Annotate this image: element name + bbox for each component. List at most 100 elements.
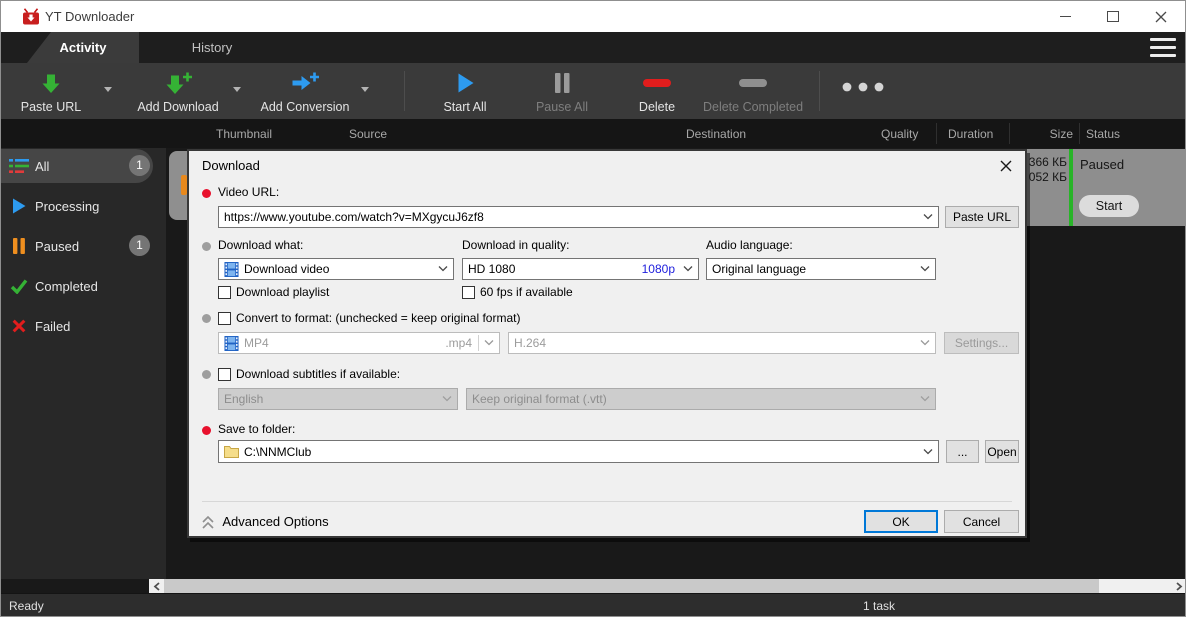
pause-all-button[interactable]: Pause All: [517, 70, 607, 114]
start-all-button[interactable]: Start All: [425, 70, 505, 114]
close-button[interactable]: [1137, 1, 1185, 32]
dialog-close-button[interactable]: [995, 157, 1017, 175]
sidebar: All 1 Processing Paused 1 Compl: [1, 148, 166, 579]
chevron-down-icon: [683, 266, 693, 272]
sidebar-item-processing[interactable]: Processing: [1, 189, 153, 223]
column-thumbnail[interactable]: Thumbnail: [216, 127, 272, 141]
scroll-right-button[interactable]: [1172, 579, 1186, 593]
convert-checkbox[interactable]: Convert to format: (unchecked = keep ori…: [218, 311, 520, 325]
convert-codec-value: H.264: [514, 336, 920, 350]
quality-value: HD 1080: [468, 262, 642, 276]
chevron-down-icon[interactable]: [923, 214, 933, 220]
pause-icon: [9, 236, 29, 256]
chevron-down-icon: [442, 396, 452, 402]
add-download-button[interactable]: Add Download: [128, 70, 228, 114]
column-destination[interactable]: Destination: [686, 127, 746, 141]
list-icon: [9, 156, 29, 176]
download-what-select[interactable]: Download video: [218, 258, 454, 280]
scrollbar-thumb[interactable]: [164, 579, 1099, 593]
chevron-right-icon: [1176, 582, 1183, 591]
minimize-button[interactable]: [1041, 1, 1089, 32]
column-size[interactable]: Size: [1033, 127, 1073, 141]
dialog-title: Download: [202, 158, 260, 173]
delete-completed-button[interactable]: Delete Completed: [701, 70, 805, 114]
video-url-input[interactable]: https://www.youtube.com/watch?v=MXgycuJ6…: [218, 206, 939, 228]
add-conversion-dropdown-icon[interactable]: [361, 87, 369, 92]
more-icon: [840, 70, 886, 104]
convert-label: Convert to format: (unchecked = keep ori…: [236, 311, 520, 325]
convert-codec-select[interactable]: H.264: [508, 332, 936, 354]
start-all-icon: [455, 70, 475, 96]
statusbar: Ready 1 task: [1, 593, 1185, 617]
sidebar-item-failed[interactable]: Failed: [1, 309, 153, 343]
sidebar-item-all[interactable]: All 1: [1, 149, 153, 183]
window-controls: [1041, 1, 1185, 32]
scroll-left-button[interactable]: [149, 579, 164, 593]
sidebar-item-label: Failed: [35, 319, 70, 334]
titlebar: YT Downloader: [1, 1, 1185, 32]
advanced-options-toggle[interactable]: Advanced Options: [202, 514, 329, 529]
play-icon: [9, 196, 29, 216]
column-source[interactable]: Source: [349, 127, 387, 141]
delete-button[interactable]: Delete: [621, 70, 693, 114]
maximize-button[interactable]: [1089, 1, 1137, 32]
cancel-button[interactable]: Cancel: [944, 510, 1019, 533]
tab-activity[interactable]: Activity: [27, 32, 139, 63]
add-download-dropdown-icon[interactable]: [233, 87, 241, 92]
paste-url-dropdown-icon[interactable]: [104, 87, 112, 92]
film-icon: [224, 262, 239, 277]
audio-language-select[interactable]: Original language: [706, 258, 936, 280]
paste-url-icon: [40, 70, 62, 96]
paste-url-button[interactable]: Paste URL: [11, 70, 91, 114]
subtitles-checkbox[interactable]: Download subtitles if available:: [218, 367, 400, 381]
more-button[interactable]: [835, 70, 891, 114]
start-task-button[interactable]: Start: [1079, 195, 1139, 217]
menu-button[interactable]: [1150, 38, 1176, 57]
checkbox-icon[interactable]: [462, 286, 475, 299]
toolbar-separator: [404, 71, 405, 111]
download-playlist-checkbox[interactable]: Download playlist: [218, 285, 329, 299]
ok-button[interactable]: OK: [864, 510, 938, 533]
column-status[interactable]: Status: [1086, 127, 1120, 141]
audio-language-value: Original language: [712, 262, 920, 276]
save-folder-value: C:\NNMClub: [244, 445, 923, 459]
checkbox-icon[interactable]: [218, 286, 231, 299]
minimize-icon: [1060, 16, 1071, 17]
checkbox-icon[interactable]: [218, 312, 231, 325]
chevron-down-icon: [920, 396, 930, 402]
quality-select[interactable]: HD 1080 1080p: [462, 258, 699, 280]
section-dot-icon: [202, 370, 211, 379]
double-chevron-up-icon: [202, 516, 214, 529]
subtitles-language-select[interactable]: English: [218, 388, 458, 410]
task-size: 366 КБ 052 КБ: [1027, 155, 1067, 185]
main-area: All 1 Processing Paused 1 Compl: [1, 148, 1185, 579]
sidebar-item-paused[interactable]: Paused 1: [1, 229, 153, 263]
open-folder-button[interactable]: Open: [985, 440, 1019, 463]
subtitles-label: Download subtitles if available:: [236, 367, 400, 381]
sidebar-item-completed[interactable]: Completed: [1, 269, 153, 303]
close-icon: [1155, 11, 1167, 23]
horizontal-scrollbar[interactable]: [149, 579, 1186, 593]
sidebar-item-label: Completed: [35, 279, 98, 294]
audio-language-label: Audio language:: [706, 238, 793, 252]
dialog-paste-url-button[interactable]: Paste URL: [945, 206, 1019, 228]
column-quality[interactable]: Quality: [881, 127, 918, 141]
add-conversion-button[interactable]: Add Conversion: [253, 70, 357, 114]
tab-history[interactable]: History: [161, 32, 263, 63]
subtitles-format-select[interactable]: Keep original format (.vtt): [466, 388, 936, 410]
column-duration[interactable]: Duration: [948, 127, 993, 141]
checkbox-icon[interactable]: [218, 368, 231, 381]
fps-label: 60 fps if available: [480, 285, 573, 299]
settings-button[interactable]: Settings...: [944, 332, 1019, 354]
browse-button[interactable]: ...: [946, 440, 979, 463]
app-icon: [22, 8, 40, 26]
task-status: Paused: [1080, 157, 1124, 172]
maximize-icon: [1107, 11, 1119, 22]
film-icon: [224, 336, 239, 351]
convert-format-select[interactable]: MP4 .mp4: [218, 332, 500, 354]
task-row[interactable]: 366 КБ 052 КБ Paused Start: [1027, 149, 1186, 226]
sidebar-item-label: Paused: [35, 239, 79, 254]
fps-checkbox[interactable]: 60 fps if available: [462, 285, 573, 299]
sidebar-badge: 1: [129, 235, 150, 256]
save-folder-select[interactable]: C:\NNMClub: [218, 440, 939, 463]
